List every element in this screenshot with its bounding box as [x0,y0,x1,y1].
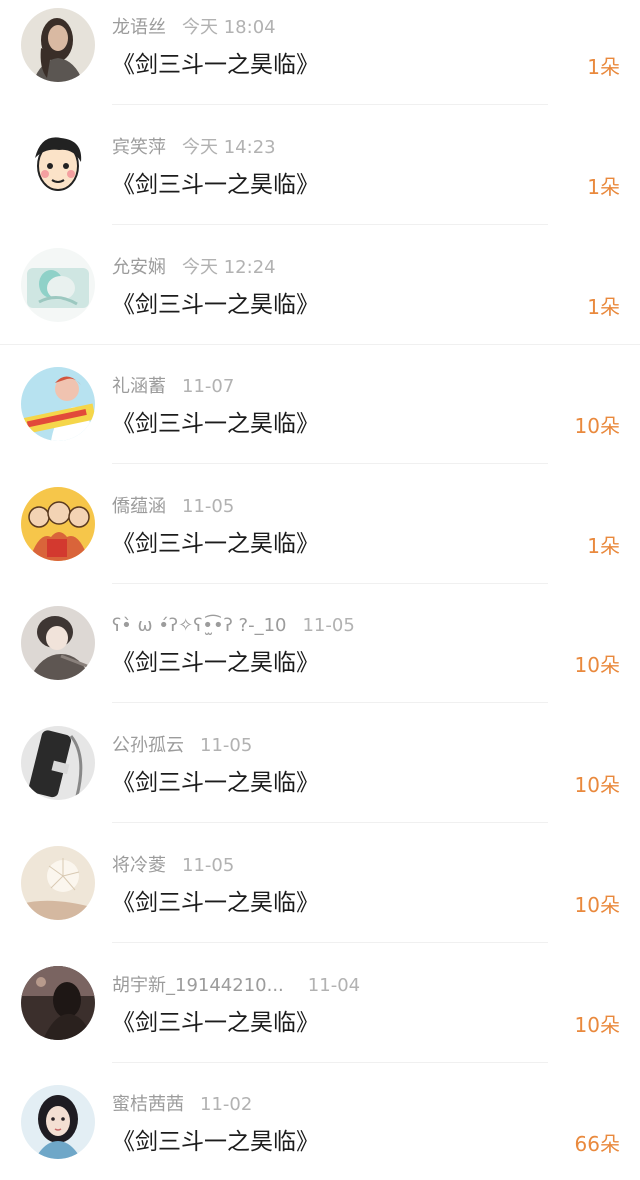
gift-amount: 1朵 [587,55,620,79]
woman-portrait-icon [21,1085,95,1159]
divider [112,224,548,225]
divider [112,463,548,464]
timestamp: 11-05 [182,496,235,517]
book-title[interactable]: 《剑三斗一之昊临》 [112,527,319,561]
avatar[interactable] [21,248,95,322]
avatar[interactable] [21,487,95,561]
list-item[interactable]: 公孙孤云 11-05 《剑三斗一之昊临》 10朵 [0,718,640,838]
user-name[interactable]: 礼涵蓄 [112,376,166,397]
list-item[interactable]: ʕ•̀ ω •́ʔ✧ʕ•̫͡•ʔ ?-_10 11-05 《剑三斗一之昊临》 10… [0,598,640,718]
timestamp: 11-05 [200,735,253,756]
list-item[interactable]: 将冷菱 11-05 《剑三斗一之昊临》 10朵 [0,838,640,958]
divider [112,702,548,703]
book-title[interactable]: 《剑三斗一之昊临》 [112,407,319,441]
divider [112,1062,548,1063]
book-title[interactable]: 《剑三斗一之昊临》 [112,766,319,800]
list-item[interactable]: 龙语丝 今天 18:04 《剑三斗一之昊临》 1朵 [0,0,640,120]
divider [112,583,548,584]
book-title[interactable]: 《剑三斗一之昊临》 [112,886,319,920]
girl-sunset-icon [21,966,95,1040]
user-name[interactable]: 宾笑萍 [112,137,166,158]
timestamp: 11-07 [182,376,235,397]
meta-line: 允安娴 今天 12:24 [112,254,276,282]
user-name[interactable]: 公孙孤云 [112,735,184,756]
book-title[interactable]: 《剑三斗一之昊临》 [112,48,319,82]
list-item[interactable]: 礼涵蓄 11-07 《剑三斗一之昊临》 10朵 [0,359,640,479]
gift-amount: 10朵 [574,414,620,438]
avatar[interactable] [21,726,95,800]
avatar[interactable] [21,367,95,441]
list-item[interactable]: 宾笑萍 今天 14:23 《剑三斗一之昊临》 1朵 [0,120,640,240]
anime-girl-teal-icon [21,248,95,322]
meta-line: 公孙孤云 11-05 [112,732,252,760]
anime-boy-icon [21,606,95,680]
portrait-woman-dark-hair-icon [21,8,95,82]
timestamp: 11-05 [302,615,355,636]
timestamp: 11-04 [307,975,361,996]
meta-line: 胡宇新_19144210... 11-04 [112,972,360,1000]
timestamp: 11-05 [182,855,235,876]
book-title[interactable]: 《剑三斗一之昊临》 [112,646,319,680]
list-item[interactable]: 蜜桔茜茜 11-02 《剑三斗一之昊临》 66朵 [0,1077,640,1180]
gift-amount: 10朵 [574,653,620,677]
book-title[interactable]: 《剑三斗一之昊临》 [112,1125,319,1159]
avatar[interactable] [21,606,95,680]
list-item[interactable]: 胡宇新_19144210... 11-04 《剑三斗一之昊临》 10朵 [0,958,640,1078]
user-name[interactable]: 蜜桔茜茜 [112,1094,184,1115]
user-name[interactable]: 胡宇新_19144210... [112,975,284,996]
divider [0,344,640,345]
book-title[interactable]: 《剑三斗一之昊临》 [112,168,319,202]
cartoon-boy-face-icon [21,128,95,202]
user-name[interactable]: ʕ•̀ ω •́ʔ✧ʕ•̫͡•ʔ ?-_10 [112,615,286,636]
meta-line: 僑蕴涵 11-05 [112,493,234,521]
gift-amount: 10朵 [574,1013,620,1037]
meta-line: 龙语丝 今天 18:04 [112,14,276,42]
avatar[interactable] [21,1085,95,1159]
divider [112,822,548,823]
meta-line: 礼涵蓄 11-07 [112,373,234,401]
divider [112,104,548,105]
timestamp: 今天 12:24 [182,257,276,278]
timestamp: 11-02 [200,1094,253,1115]
family-cartoon-yellow-icon [21,487,95,561]
phone-dark-icon [21,726,95,800]
divider [112,942,548,943]
book-title[interactable]: 《剑三斗一之昊临》 [112,288,319,322]
avatar[interactable] [21,8,95,82]
gift-amount: 1朵 [587,175,620,199]
user-name[interactable]: 龙语丝 [112,17,166,38]
meta-line: ʕ•̀ ω •́ʔ✧ʕ•̫͡•ʔ ?-_10 11-05 [112,612,355,640]
avatar[interactable] [21,128,95,202]
user-name[interactable]: 僑蕴涵 [112,496,166,517]
avatar[interactable] [21,846,95,920]
gift-record-list: 龙语丝 今天 18:04 《剑三斗一之昊临》 1朵 宾笑萍 今天 14:23 《剑三… [0,0,640,1180]
meta-line: 将冷菱 11-05 [112,852,234,880]
book-title[interactable]: 《剑三斗一之昊临》 [112,1006,319,1040]
meta-line: 宾笑萍 今天 14:23 [112,134,276,162]
list-item[interactable]: 允安娴 今天 12:24 《剑三斗一之昊临》 1朵 [0,240,640,360]
dandelion-icon [21,846,95,920]
user-name[interactable]: 将冷菱 [112,855,166,876]
gift-amount: 10朵 [574,773,620,797]
gift-amount: 1朵 [587,534,620,558]
gift-amount: 1朵 [587,295,620,319]
girl-with-banner-icon [21,367,95,441]
timestamp: 今天 14:23 [182,137,276,158]
user-name[interactable]: 允安娴 [112,257,166,278]
avatar[interactable] [21,966,95,1040]
timestamp: 今天 18:04 [182,17,276,38]
list-item[interactable]: 僑蕴涵 11-05 《剑三斗一之昊临》 1朵 [0,479,640,599]
meta-line: 蜜桔茜茜 11-02 [112,1091,252,1119]
gift-amount: 10朵 [574,893,620,917]
gift-amount: 66朵 [574,1132,620,1156]
